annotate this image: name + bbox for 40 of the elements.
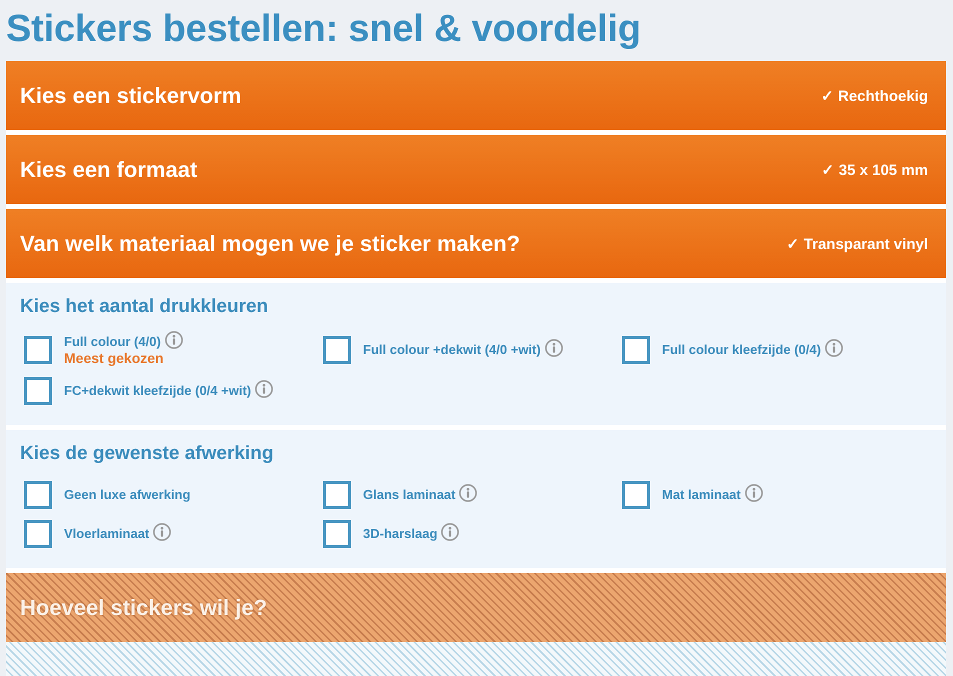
option-label[interactable]: Full colour kleefzijde (0/4) — [662, 342, 821, 358]
checkbox[interactable] — [622, 336, 650, 364]
step-selection: ✓ 35 x 105 mm — [822, 160, 928, 178]
option-label[interactable]: Mat laminaat — [662, 487, 741, 503]
info-icon[interactable] — [459, 484, 478, 502]
option-label[interactable]: Full colour +dekwit (4/0 +wit) — [363, 342, 541, 358]
info-icon[interactable] — [824, 339, 843, 357]
checkbox[interactable] — [24, 377, 52, 405]
info-icon[interactable] — [164, 331, 183, 349]
option-label[interactable]: 3D-harslaag — [363, 526, 438, 542]
checkbox[interactable] — [24, 520, 52, 548]
step-title: Kies een formaat — [20, 156, 198, 182]
section-heading: Kies de gewenste afwerking — [20, 444, 274, 464]
checkbox[interactable] — [323, 481, 351, 509]
info-icon[interactable] — [544, 339, 563, 357]
checkbox[interactable] — [323, 336, 351, 364]
option-label[interactable]: Glans laminaat — [363, 487, 456, 503]
checkbox[interactable] — [323, 520, 351, 548]
page-title: Stickers bestellen: snel & voordelig — [6, 7, 641, 52]
info-icon[interactable] — [153, 523, 172, 541]
option-label[interactable]: Geen luxe afwerking — [64, 487, 190, 503]
step-selection: ✓ Rechthoekig — [820, 86, 928, 104]
checkbox[interactable] — [24, 481, 52, 509]
step-title: Van welk materiaal mogen we je sticker maken? — [20, 230, 520, 256]
info-icon[interactable] — [744, 484, 763, 502]
step-bar[interactable]: Kies een stickervorm ✓ Rechthoekig — [6, 61, 946, 130]
step-selection: ✓ Transparant vinyl — [786, 234, 928, 252]
option-label[interactable]: Vloerlaminaat — [64, 526, 150, 542]
step-bar[interactable]: Van welk materiaal mogen we je sticker maken? ✓ Transparant vinyl — [6, 209, 946, 278]
option-note: Meest gekozen — [64, 350, 164, 366]
step-title: Hoeveel stickers wil je? — [20, 594, 268, 620]
section-heading: Kies het aantal drukkleuren — [20, 297, 268, 317]
info-icon[interactable] — [255, 380, 274, 398]
step-bar[interactable]: Kies een formaat ✓ 35 x 105 mm — [6, 135, 946, 204]
option-label[interactable]: FC+dekwit kleefzijde (0/4 +wit) — [64, 383, 252, 399]
checkbox[interactable] — [622, 481, 650, 509]
checkbox[interactable] — [24, 336, 52, 364]
step-title: Kies een stickervorm — [20, 82, 242, 108]
option-label[interactable]: Full colour (4/0) — [64, 334, 161, 350]
info-icon[interactable] — [441, 523, 460, 541]
